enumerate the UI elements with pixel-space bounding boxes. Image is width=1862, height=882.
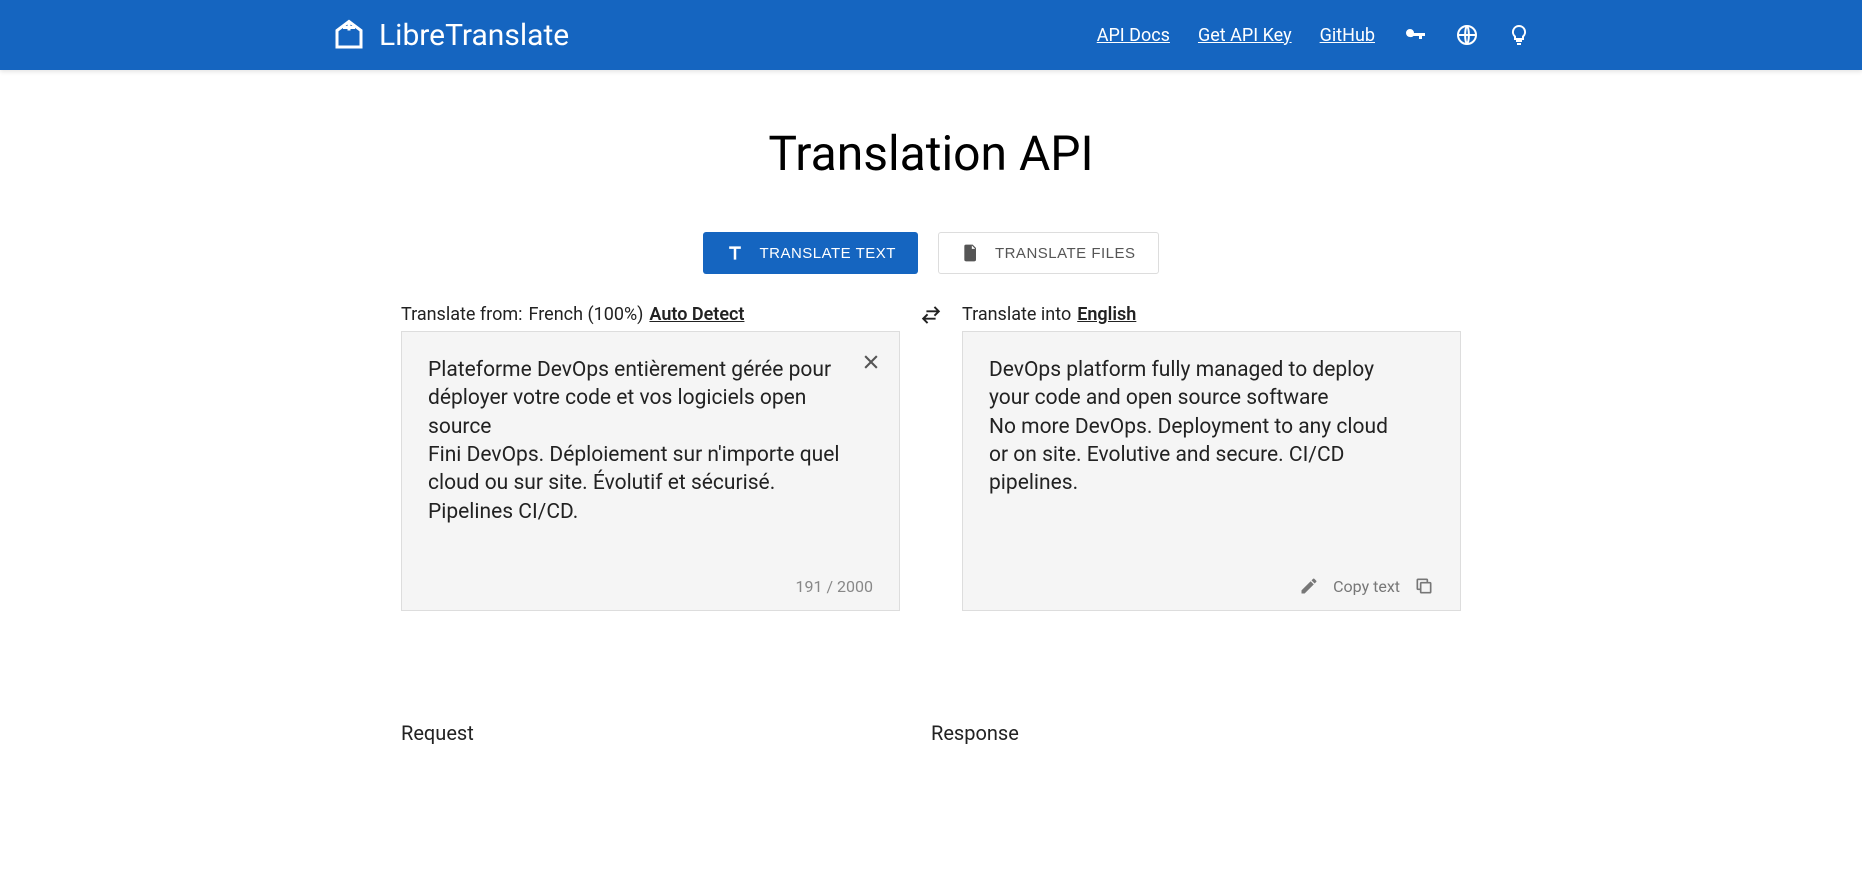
nav-links: API Docs Get API Key GitHub — [1097, 23, 1531, 47]
source-textbox: Plateforme DevOps entièrement gérée pour… — [401, 331, 900, 611]
page-title: Translation API — [401, 125, 1461, 182]
copy-text-label: Copy text — [1333, 577, 1400, 596]
text-icon — [725, 243, 745, 263]
target-output: DevOps platform fully managed to deploy … — [989, 356, 1434, 566]
target-textbox: DevOps platform fully managed to deploy … — [962, 331, 1461, 611]
nav-link-github[interactable]: GitHub — [1320, 25, 1375, 46]
nav-link-api-docs[interactable]: API Docs — [1097, 25, 1170, 46]
close-icon — [861, 352, 881, 372]
source-textarea[interactable]: Plateforme DevOps entièrement gérée pour… — [428, 356, 873, 567]
tabs: TRANSLATE TEXT TRANSLATE FILES — [401, 232, 1461, 274]
file-icon — [961, 243, 981, 263]
source-lang-header: Translate from: French (100%) Auto Detec… — [401, 304, 900, 325]
target-language-link[interactable]: English — [1077, 304, 1136, 325]
nav-link-get-api-key[interactable]: Get API Key — [1198, 25, 1292, 46]
globe-icon[interactable] — [1455, 23, 1479, 47]
tab-translate-text[interactable]: TRANSLATE TEXT — [703, 232, 917, 274]
source-label-prefix: Translate from: — [401, 304, 523, 325]
target-lang-header: Translate into English — [962, 304, 1461, 325]
copy-icon — [1414, 576, 1434, 596]
auto-detect-link[interactable]: Auto Detect — [649, 304, 744, 325]
lightbulb-icon[interactable] — [1507, 23, 1531, 47]
request-heading: Request — [401, 721, 931, 745]
char-count: 191 / 2000 — [428, 577, 873, 596]
swap-icon — [920, 304, 942, 326]
source-detected: French (100%) — [529, 304, 644, 325]
tab-translate-files[interactable]: TRANSLATE FILES — [938, 232, 1159, 274]
swap-languages-button[interactable] — [920, 304, 942, 330]
clear-source-button[interactable] — [861, 352, 881, 377]
tab-files-label: TRANSLATE FILES — [995, 245, 1136, 262]
navbar: LibreTranslate API Docs Get API Key GitH… — [0, 0, 1862, 70]
brand-text: LibreTranslate — [379, 18, 569, 53]
edit-button[interactable] — [1299, 576, 1319, 596]
brand[interactable]: LibreTranslate — [331, 17, 569, 53]
copy-button[interactable] — [1414, 576, 1434, 596]
pencil-icon — [1299, 576, 1319, 596]
tab-text-label: TRANSLATE TEXT — [759, 245, 895, 262]
key-icon[interactable] — [1403, 23, 1427, 47]
logo-icon — [331, 17, 367, 53]
response-heading: Response — [931, 721, 1461, 745]
target-label-prefix: Translate into — [962, 304, 1071, 325]
